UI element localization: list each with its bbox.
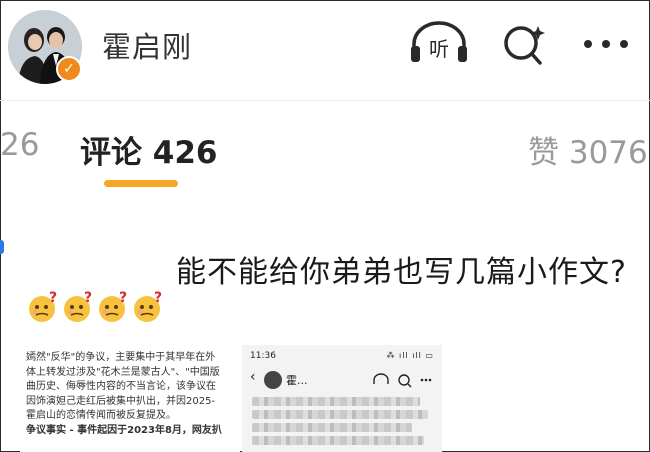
doc-line: 因饰演妲己走红后被集中扒出，并因2025- [26, 395, 216, 407]
doc-line: 霍启山的恋情传闻而被反复提及。 [26, 410, 176, 421]
attached-image-document[interactable]: 嫣然"反华"的争议，主要集中于其早年在外 体上转发过涉及"花木兰是蒙古人"、"中… [20, 345, 240, 452]
mini-avatar [264, 371, 282, 389]
mini-header-icons [373, 373, 432, 388]
more-icon[interactable] [578, 20, 634, 66]
listen-icon[interactable]: 听 [408, 20, 470, 66]
search-icon[interactable] [500, 20, 550, 66]
thinking-face-emoji: ? [64, 290, 92, 322]
doc-line: 曲历史、侮辱性内容的不当言论，该争议在 [26, 381, 216, 392]
emoji-row: ? ? ? ? [26, 290, 166, 332]
svg-text:?: ? [49, 290, 57, 306]
username[interactable]: 霍启刚 [102, 24, 192, 66]
doc-line: 争议事实 - 事件起因于2023年8月，网友扒 [26, 424, 222, 436]
tab-active-indicator [104, 180, 178, 187]
edge-indicator [0, 240, 4, 254]
comment-text: 能不能给你弟弟也写几篇小作文? [176, 255, 627, 290]
attached-image-screenshot[interactable]: 11:36 ⁂ ıll ıll ▭ ‹ 霍... [242, 345, 442, 452]
header-divider [0, 100, 650, 101]
thinking-face-emoji: ? [134, 290, 162, 322]
tab-comments[interactable]: 评论 426 [80, 127, 218, 172]
mini-back-icon: ‹ [250, 369, 256, 385]
blurred-text [252, 436, 424, 445]
blurred-text [252, 423, 412, 432]
doc-line: 嫣然"反华"的争议，主要集中于其早年在外 [26, 352, 216, 363]
tab-likes[interactable]: 赞 3076 [528, 127, 648, 172]
svg-text:?: ? [154, 290, 162, 306]
verified-badge-icon: ✓ [56, 56, 82, 82]
listen-label: 听 [429, 37, 449, 61]
svg-text:?: ? [119, 290, 127, 306]
thinking-face-emoji: ? [29, 290, 57, 322]
blurred-text [252, 410, 428, 419]
avatar[interactable]: ✓ [8, 10, 82, 84]
svg-text:?: ? [84, 290, 92, 306]
mini-status-time: 11:36 [250, 351, 276, 361]
thinking-face-emoji: ? [99, 290, 127, 322]
mini-username: 霍... [286, 374, 308, 387]
doc-line: 体上转发过涉及"花木兰是蒙古人"、"中国版 [26, 366, 220, 378]
tab-reposts-partial[interactable]: 26 [0, 127, 39, 163]
blurred-text [252, 397, 420, 406]
mini-status-icons: ⁂ ıll ıll ▭ [386, 351, 434, 360]
